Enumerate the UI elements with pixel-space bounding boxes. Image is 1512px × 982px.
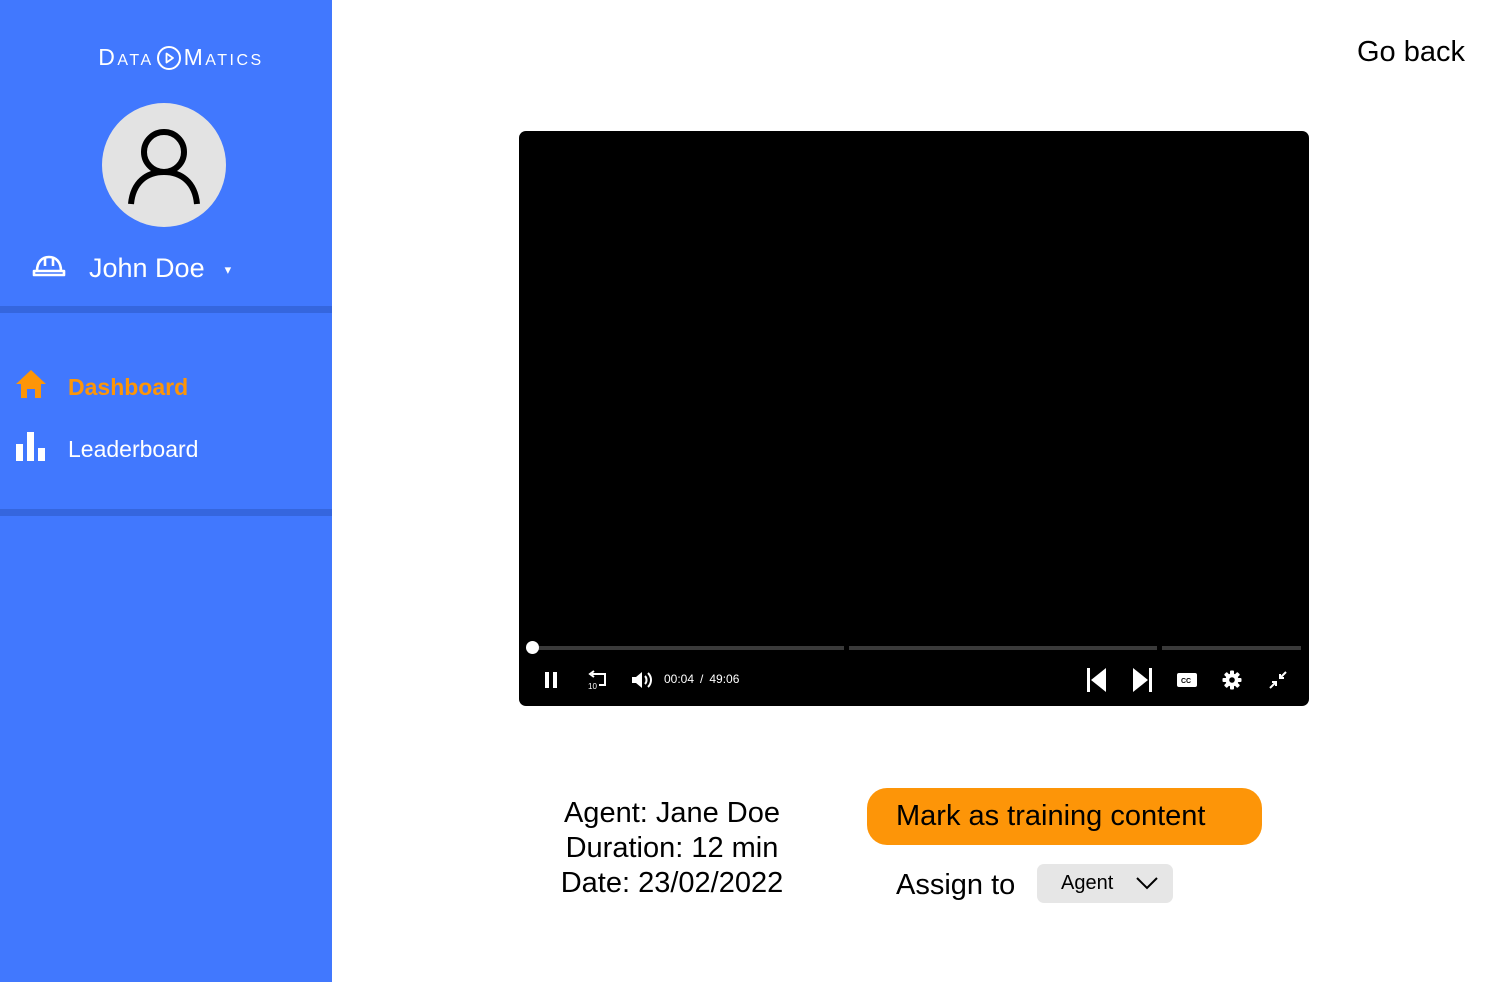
bar-chart-icon <box>14 429 48 469</box>
hard-hat-icon <box>32 254 66 283</box>
date-text: Date: 23/02/2022 <box>560 867 784 899</box>
volume-icon[interactable] <box>629 665 655 695</box>
svg-text:10: 10 <box>588 682 597 690</box>
avatar[interactable] <box>102 103 226 227</box>
skip-previous-icon[interactable] <box>1085 665 1109 695</box>
sidebar-divider <box>0 509 332 516</box>
home-icon <box>14 367 48 407</box>
sidebar-item-leaderboard[interactable]: Leaderboard <box>14 431 198 467</box>
user-icon <box>128 129 200 205</box>
total-time: 49:06 <box>709 672 740 686</box>
user-menu[interactable]: John Doe ▾ <box>32 248 231 288</box>
go-back-link[interactable]: Go back <box>1357 36 1465 69</box>
svg-text:CC: CC <box>1181 678 1191 685</box>
sidebar-divider <box>0 306 332 313</box>
progress-bar[interactable] <box>526 641 1301 654</box>
caret-down-icon[interactable]: ▾ <box>225 262 232 278</box>
play-circle-icon <box>156 45 182 71</box>
player-controls: 10 00:04 / 49:06 CC <box>519 665 1309 695</box>
assign-to-value: Agent <box>1061 872 1114 894</box>
skip-next-icon[interactable] <box>1130 665 1154 695</box>
exit-fullscreen-icon[interactable] <box>1267 665 1289 695</box>
progress-thumb[interactable] <box>526 641 540 654</box>
mark-training-button[interactable]: Mark as training content <box>867 788 1262 845</box>
call-info: Agent: Jane Doe Duration: 12 min Date: 2… <box>522 796 822 901</box>
sidebar-item-label: Dashboard <box>68 373 189 400</box>
video-player[interactable]: 10 00:04 / 49:06 CC <box>519 131 1309 706</box>
sidebar: Data Matics John Doe ▾ Dashboard Leaderb… <box>0 0 332 982</box>
assign-to-select[interactable]: Agent <box>1037 864 1173 903</box>
settings-gear-icon[interactable] <box>1221 665 1243 695</box>
time-display: 00:04 / 49:06 <box>664 672 739 686</box>
user-name: John Doe <box>89 252 205 283</box>
sidebar-item-dashboard[interactable]: Dashboard <box>14 369 188 405</box>
sidebar-item-label: Leaderboard <box>68 435 199 462</box>
assign-to-label: Assign to <box>896 869 1016 901</box>
rewind-10-icon[interactable]: 10 <box>585 665 609 695</box>
logo-text-left: Data <box>98 44 154 70</box>
mark-training-label: Mark as training content <box>896 800 1206 832</box>
closed-captions-icon[interactable]: CC <box>1176 665 1198 695</box>
time-separator: / <box>700 672 704 686</box>
current-time: 00:04 <box>664 672 695 686</box>
logo-text-right: Matics <box>183 44 264 70</box>
app-logo: Data Matics <box>0 44 362 71</box>
duration-text: Duration: 12 min <box>565 832 779 864</box>
agent-text: Agent: Jane Doe <box>563 797 781 829</box>
pause-icon[interactable] <box>541 665 561 695</box>
chevron-down-icon <box>1135 874 1159 897</box>
